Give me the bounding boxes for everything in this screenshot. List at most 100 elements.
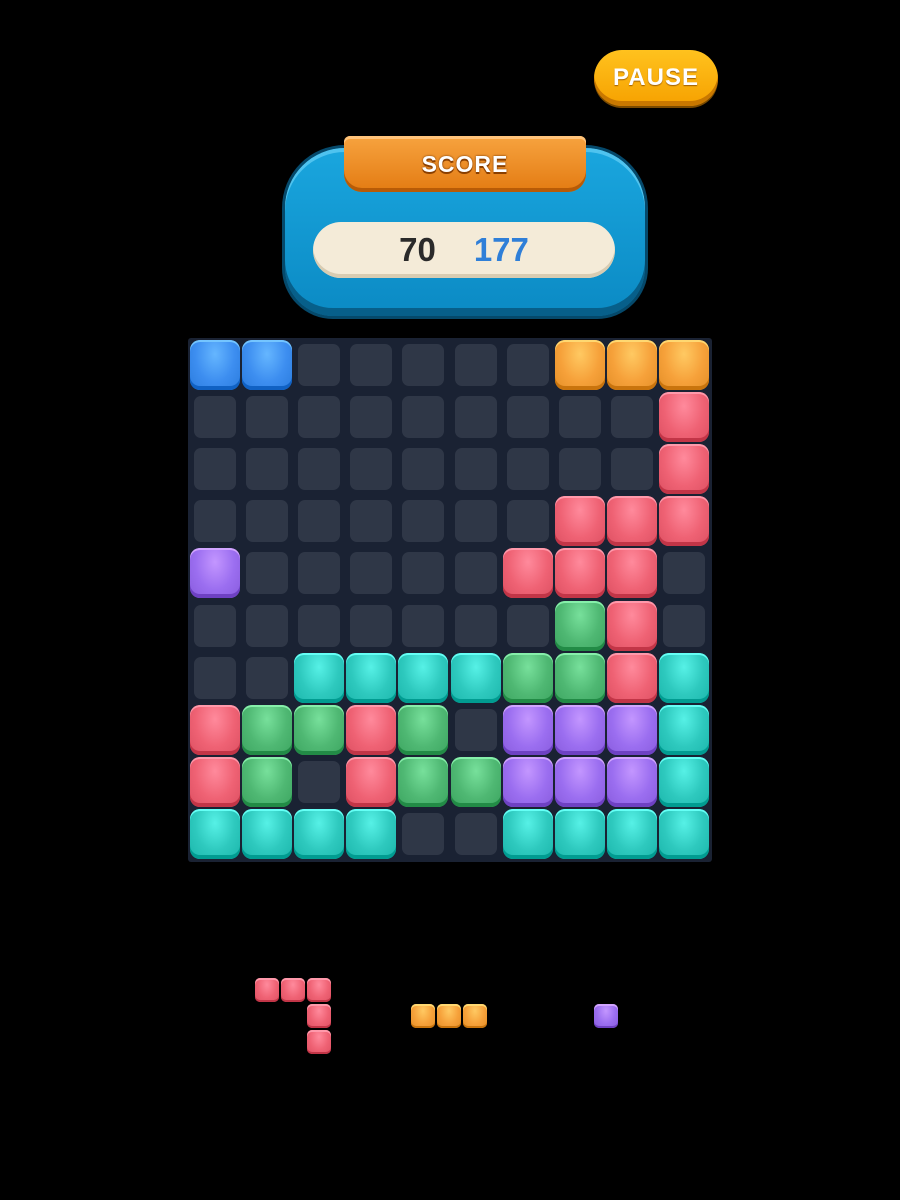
empty-cell[interactable] [558, 395, 601, 438]
empty-cell[interactable] [402, 604, 445, 647]
empty-cell[interactable] [558, 447, 601, 490]
teal-block[interactable] [554, 809, 605, 860]
empty-cell[interactable] [402, 500, 445, 543]
empty-cell[interactable] [297, 343, 340, 386]
empty-cell[interactable] [297, 447, 340, 490]
empty-cell[interactable] [350, 395, 393, 438]
purple-block[interactable] [607, 704, 658, 755]
orange-block[interactable] [659, 339, 710, 390]
empty-cell[interactable] [350, 343, 393, 386]
empty-cell[interactable] [245, 552, 288, 595]
empty-cell[interactable] [663, 604, 706, 647]
purple-block[interactable] [607, 757, 658, 808]
empty-cell[interactable] [402, 552, 445, 595]
teal-block[interactable] [398, 652, 449, 703]
teal-block[interactable] [659, 652, 710, 703]
empty-cell[interactable] [193, 656, 236, 699]
purple-block[interactable] [554, 757, 605, 808]
pause-button[interactable]: PAUSE [594, 50, 718, 106]
pink-block[interactable] [189, 757, 240, 808]
empty-cell[interactable] [454, 500, 497, 543]
purple-block[interactable] [502, 704, 553, 755]
empty-cell[interactable] [245, 604, 288, 647]
pink-block[interactable] [659, 496, 710, 547]
pink-block[interactable] [607, 496, 658, 547]
empty-cell[interactable] [506, 395, 549, 438]
empty-cell[interactable] [350, 604, 393, 647]
empty-cell[interactable] [245, 447, 288, 490]
pink-block[interactable] [607, 600, 658, 651]
empty-cell[interactable] [297, 395, 340, 438]
pink-block[interactable] [189, 704, 240, 755]
green-block[interactable] [241, 704, 292, 755]
purple-block[interactable] [554, 704, 605, 755]
empty-cell[interactable] [297, 761, 340, 804]
purple-block[interactable] [189, 548, 240, 599]
game-board[interactable] [188, 338, 712, 862]
teal-block[interactable] [189, 809, 240, 860]
teal-block[interactable] [293, 809, 344, 860]
empty-cell[interactable] [663, 552, 706, 595]
empty-cell[interactable] [193, 395, 236, 438]
empty-cell[interactable] [350, 552, 393, 595]
teal-block[interactable] [607, 809, 658, 860]
empty-cell[interactable] [245, 656, 288, 699]
empty-cell[interactable] [454, 343, 497, 386]
green-block[interactable] [502, 652, 553, 703]
green-block[interactable] [554, 652, 605, 703]
empty-cell[interactable] [297, 552, 340, 595]
empty-cell[interactable] [454, 447, 497, 490]
empty-cell[interactable] [506, 604, 549, 647]
green-block[interactable] [398, 704, 449, 755]
empty-cell[interactable] [454, 604, 497, 647]
empty-cell[interactable] [402, 395, 445, 438]
pink-block[interactable] [607, 548, 658, 599]
empty-cell[interactable] [506, 500, 549, 543]
green-block[interactable] [241, 757, 292, 808]
teal-block[interactable] [659, 704, 710, 755]
empty-cell[interactable] [193, 500, 236, 543]
orange-bar-piece[interactable] [411, 1004, 489, 1030]
empty-cell[interactable] [402, 813, 445, 856]
teal-block[interactable] [346, 652, 397, 703]
orange-block[interactable] [607, 339, 658, 390]
teal-block[interactable] [293, 652, 344, 703]
teal-block[interactable] [241, 809, 292, 860]
empty-cell[interactable] [402, 447, 445, 490]
blue-block[interactable] [241, 339, 292, 390]
teal-block[interactable] [502, 809, 553, 860]
empty-cell[interactable] [245, 500, 288, 543]
green-block[interactable] [293, 704, 344, 755]
teal-block[interactable] [659, 809, 710, 860]
pink-block[interactable] [502, 548, 553, 599]
empty-cell[interactable] [611, 447, 654, 490]
empty-cell[interactable] [611, 395, 654, 438]
empty-cell[interactable] [350, 500, 393, 543]
pink-block[interactable] [346, 757, 397, 808]
pink-block[interactable] [659, 443, 710, 494]
empty-cell[interactable] [193, 604, 236, 647]
empty-cell[interactable] [454, 813, 497, 856]
empty-cell[interactable] [193, 447, 236, 490]
empty-cell[interactable] [506, 343, 549, 386]
teal-block[interactable] [659, 757, 710, 808]
empty-cell[interactable] [245, 395, 288, 438]
empty-cell[interactable] [506, 447, 549, 490]
empty-cell[interactable] [297, 500, 340, 543]
green-block[interactable] [398, 757, 449, 808]
pink-corner-piece[interactable] [255, 978, 333, 1056]
pink-block[interactable] [554, 496, 605, 547]
pink-block[interactable] [554, 548, 605, 599]
pink-block[interactable] [346, 704, 397, 755]
empty-cell[interactable] [454, 708, 497, 751]
pink-block[interactable] [659, 391, 710, 442]
teal-block[interactable] [346, 809, 397, 860]
empty-cell[interactable] [350, 447, 393, 490]
pink-block[interactable] [607, 652, 658, 703]
purple-dot-piece[interactable] [594, 1004, 620, 1030]
empty-cell[interactable] [297, 604, 340, 647]
green-block[interactable] [554, 600, 605, 651]
empty-cell[interactable] [454, 552, 497, 595]
empty-cell[interactable] [454, 395, 497, 438]
blue-block[interactable] [189, 339, 240, 390]
